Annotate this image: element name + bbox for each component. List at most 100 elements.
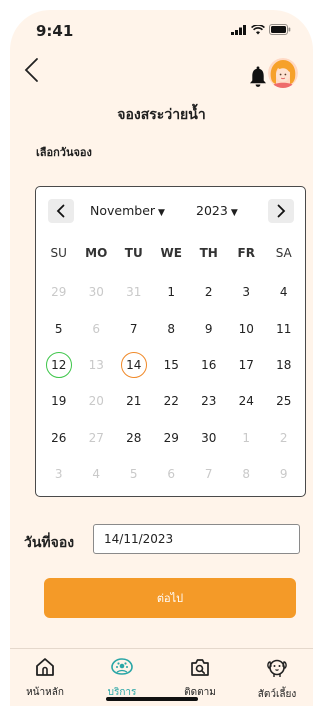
- user-avatar-icon: [268, 58, 298, 88]
- day-cell[interactable]: 15: [153, 347, 191, 383]
- day-cell: 30: [78, 274, 116, 310]
- chevron-left-icon: [24, 58, 38, 82]
- day-cell: 5: [115, 456, 153, 492]
- day-cell[interactable]: 25: [265, 383, 303, 419]
- day-number: 28: [126, 430, 142, 445]
- weekday-label: SA: [275, 246, 292, 260]
- day-cell[interactable]: 29: [153, 420, 191, 456]
- weekday-label: TU: [124, 246, 143, 260]
- day-cell[interactable]: 21: [115, 383, 153, 419]
- month-value: November: [90, 203, 156, 218]
- weekday-label: MO: [85, 246, 108, 260]
- month-select[interactable]: November ▼: [90, 203, 165, 218]
- day-cell[interactable]: 23: [190, 383, 228, 419]
- day-cell[interactable]: 12: [40, 347, 78, 383]
- day-number: 30: [201, 430, 217, 445]
- day-number: 26: [51, 430, 67, 445]
- back-button[interactable]: [20, 56, 44, 84]
- app-screen: 9:41 จองสระว่ายน้ำ เลือกวันจอง November …: [10, 10, 313, 706]
- day-cell: 9: [265, 456, 303, 492]
- day-cell[interactable]: 16: [190, 347, 228, 383]
- battery-icon: [269, 24, 291, 35]
- day-cell[interactable]: 19: [40, 383, 78, 419]
- day-cell[interactable]: 14: [115, 347, 153, 383]
- day-cell[interactable]: 28: [115, 420, 153, 456]
- tab-services[interactable]: บริการ: [87, 657, 157, 700]
- chevron-right-icon: [277, 204, 286, 218]
- day-number: 9: [279, 467, 288, 482]
- weekday-label: WE: [160, 246, 182, 260]
- day-number: 13: [88, 357, 104, 372]
- day-number: 24: [238, 394, 254, 409]
- year-select[interactable]: 2023 ▼: [196, 203, 238, 218]
- day-cell: 13: [78, 347, 116, 383]
- avatar[interactable]: [268, 58, 298, 88]
- day-number: 29: [51, 285, 67, 300]
- tracking-icon: [191, 659, 209, 676]
- day-cell[interactable]: 22: [153, 383, 191, 419]
- booking-date-label: วันที่จอง: [24, 535, 75, 551]
- day-number: 4: [92, 467, 101, 482]
- bell-icon: [250, 66, 266, 87]
- day-number: 31: [126, 285, 142, 300]
- year-value: 2023: [196, 203, 228, 218]
- previous-month-button[interactable]: [48, 199, 74, 223]
- day-number: 17: [238, 357, 254, 372]
- day-cell[interactable]: 10: [228, 310, 266, 346]
- day-cell[interactable]: 1: [153, 274, 191, 310]
- day-cell: 29: [40, 274, 78, 310]
- day-cell[interactable]: 2: [190, 274, 228, 310]
- day-number: 20: [88, 394, 104, 409]
- day-cell: 31: [115, 274, 153, 310]
- day-cell[interactable]: 5: [40, 310, 78, 346]
- day-number: 4: [279, 285, 288, 300]
- tab-pets[interactable]: สัตว์เลี้ยง: [242, 657, 312, 702]
- weekday-header: SU MO TU WE TH FR SA: [40, 246, 303, 260]
- next-button[interactable]: ต่อไป: [44, 578, 296, 618]
- day-cell[interactable]: 8: [153, 310, 191, 346]
- day-cell[interactable]: 30: [190, 420, 228, 456]
- day-cell[interactable]: 9: [190, 310, 228, 346]
- tab-tracking[interactable]: ติดตาม: [165, 657, 235, 700]
- day-number: 2: [279, 430, 288, 445]
- signal-icon: [231, 24, 246, 35]
- booking-date-input[interactable]: [93, 524, 300, 554]
- day-number: 29: [163, 430, 179, 445]
- weekday-label: TH: [199, 246, 218, 260]
- page-title: จองสระว่ายน้ำ: [117, 107, 206, 123]
- day-number: 18: [276, 357, 292, 372]
- day-number: 30: [88, 285, 104, 300]
- day-cell[interactable]: 18: [265, 347, 303, 383]
- day-number: 11: [276, 321, 292, 336]
- day-cell[interactable]: 26: [40, 420, 78, 456]
- day-cell: 6: [153, 456, 191, 492]
- notification-button[interactable]: [248, 66, 268, 88]
- tab-home[interactable]: หน้าหลัก: [10, 657, 80, 700]
- calendar: November ▼ 2023 ▼ SU MO TU WE TH FR SA 29 30 31 1 2 3…: [35, 186, 306, 497]
- day-cell[interactable]: 24: [228, 383, 266, 419]
- day-number: 19: [51, 394, 67, 409]
- next-month-button[interactable]: [268, 199, 294, 223]
- home-icon: [36, 658, 54, 676]
- day-cell: 7: [190, 456, 228, 492]
- status-icons: [231, 24, 291, 35]
- day-cell[interactable]: 17: [228, 347, 266, 383]
- day-cell: 20: [78, 383, 116, 419]
- day-number: 15: [163, 357, 179, 372]
- day-cell[interactable]: 4: [265, 274, 303, 310]
- status-time: 9:41: [36, 22, 74, 40]
- day-cell[interactable]: 3: [228, 274, 266, 310]
- day-number: 7: [204, 467, 213, 482]
- day-number: 9: [204, 321, 213, 336]
- chevron-left-icon: [56, 204, 65, 218]
- day-number: 6: [167, 467, 176, 482]
- services-icon: [111, 658, 133, 675]
- tab-label: หน้าหลัก: [26, 687, 64, 698]
- pet-icon: [267, 659, 287, 677]
- weekday-label: FR: [237, 246, 255, 260]
- day-number: 27: [88, 430, 104, 445]
- day-cell[interactable]: 7: [115, 310, 153, 346]
- day-number: 25: [276, 394, 292, 409]
- day-number: 23: [201, 394, 217, 409]
- day-cell[interactable]: 11: [265, 310, 303, 346]
